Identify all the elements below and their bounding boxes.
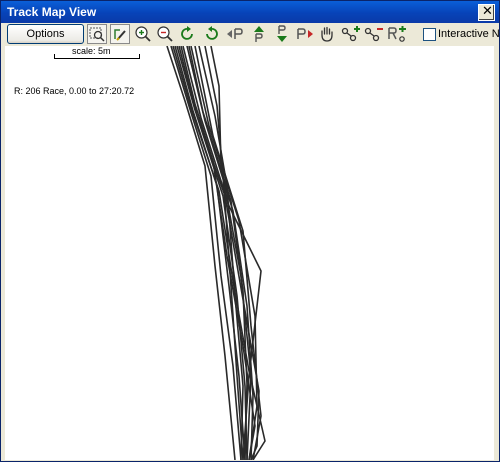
rotate-right-icon xyxy=(181,26,193,40)
zoom-region-button[interactable] xyxy=(87,24,107,44)
edit-track-icon xyxy=(114,29,126,41)
remove-node-button[interactable] xyxy=(364,24,384,44)
run-info: R: 206 Race, 0.00 to 27:20.72 xyxy=(14,86,135,96)
point-down-button[interactable] xyxy=(272,24,292,44)
toolbar: Options Interactive N xyxy=(1,23,500,46)
track-lines xyxy=(166,46,266,460)
rotate-left-button[interactable] xyxy=(201,24,221,44)
interactive-checkbox[interactable] xyxy=(423,28,436,41)
rotate-left-icon xyxy=(206,26,218,40)
zoom-in-icon xyxy=(135,26,151,42)
options-button[interactable]: Options xyxy=(7,24,84,44)
add-region-button[interactable] xyxy=(387,24,407,44)
close-icon: ✕ xyxy=(482,4,493,19)
remove-node-icon xyxy=(364,27,383,42)
zoom-region-icon xyxy=(89,27,105,42)
add-region-icon xyxy=(388,26,406,42)
zoom-in-button[interactable] xyxy=(133,24,153,44)
rotate-right-button[interactable] xyxy=(178,24,198,44)
point-up-icon xyxy=(254,26,264,42)
previous-point-icon xyxy=(227,28,243,39)
edit-track-button[interactable] xyxy=(110,24,130,44)
pan-hand-icon xyxy=(321,26,333,42)
interactive-label: Interactive N xyxy=(438,28,500,40)
pan-button[interactable] xyxy=(317,24,337,44)
scale-bar xyxy=(54,54,140,59)
track-map-canvas[interactable] xyxy=(5,46,494,460)
previous-point-button[interactable] xyxy=(225,24,245,44)
track-map-window: Track Map View ✕ Options Interactive N xyxy=(0,0,500,462)
zoom-out-icon xyxy=(157,26,173,42)
next-point-icon xyxy=(297,28,313,39)
next-point-button[interactable] xyxy=(295,24,315,44)
window-title: Track Map View xyxy=(7,5,97,19)
point-up-button[interactable] xyxy=(249,24,269,44)
zoom-out-button[interactable] xyxy=(155,24,175,44)
add-node-button[interactable] xyxy=(341,24,361,44)
title-bar[interactable]: Track Map View ✕ xyxy=(1,1,499,23)
point-down-icon xyxy=(277,25,287,42)
add-node-icon xyxy=(341,26,360,42)
close-button[interactable]: ✕ xyxy=(478,4,495,21)
